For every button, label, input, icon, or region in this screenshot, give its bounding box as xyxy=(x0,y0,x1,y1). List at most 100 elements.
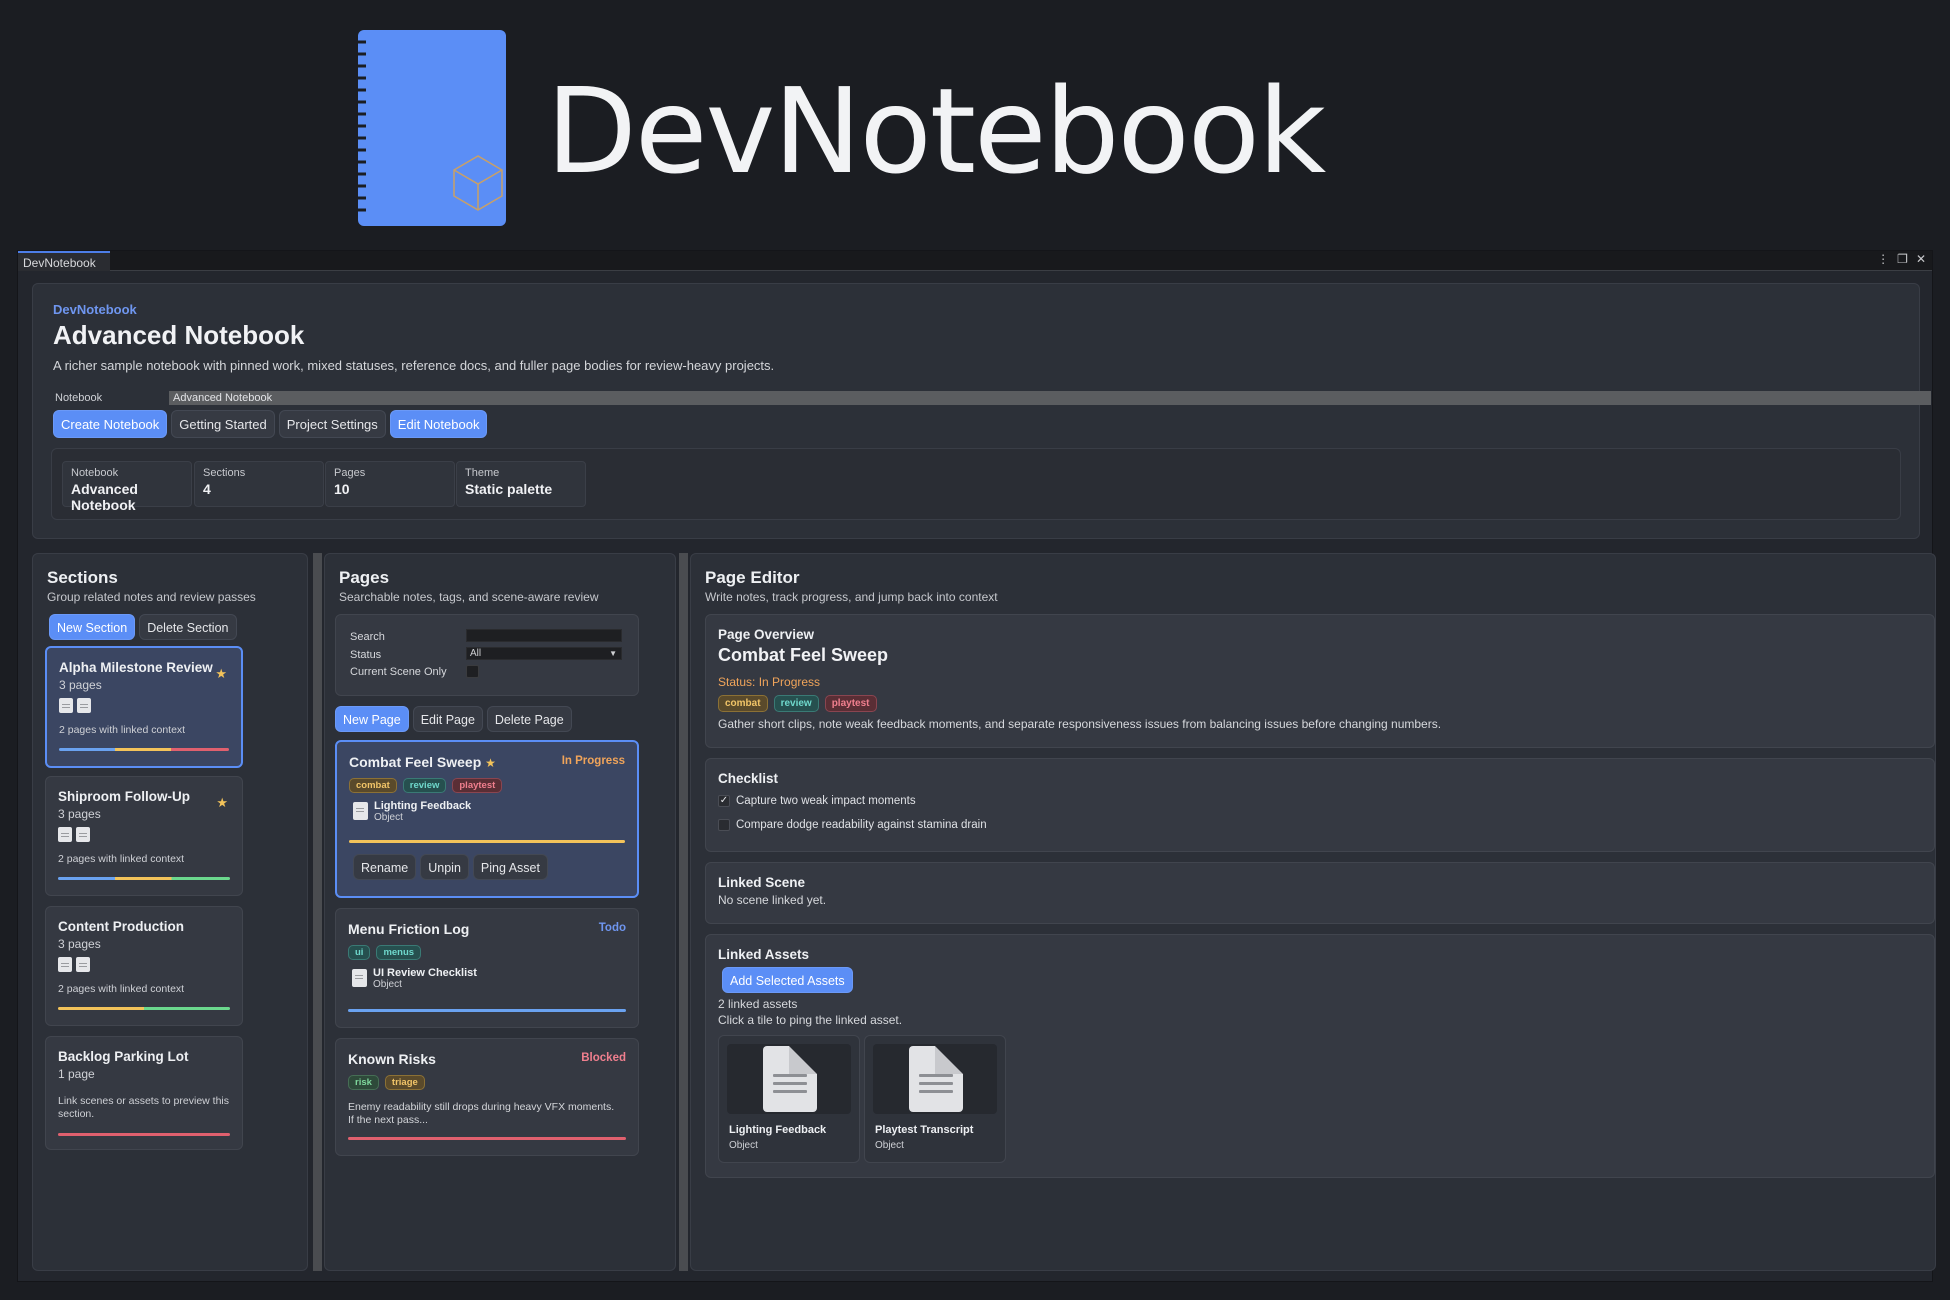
asset-name: UI Review Checklist xyxy=(373,967,477,979)
linked-assets-hint: Click a tile to ping the linked asset. xyxy=(718,1013,903,1027)
tag-ui: ui xyxy=(348,945,371,960)
overview-tags: combat review playtest xyxy=(718,695,877,712)
page-title: Known Risks xyxy=(348,1051,436,1067)
pinned-star-icon[interactable]: ★ xyxy=(215,666,227,682)
overview-status[interactable]: Status: In Progress xyxy=(718,675,820,689)
section-card-backlog-parking-lot[interactable]: Backlog Parking Lot 1 page Link scenes o… xyxy=(45,1036,243,1150)
editor-title: Page Editor xyxy=(705,568,800,587)
scene-only-label: Current Scene Only xyxy=(350,666,447,678)
page-progress-bar xyxy=(348,1137,626,1140)
page-filters: Search Status All ▼ Current Scene Only xyxy=(335,614,639,696)
section-context: 2 pages with linked context xyxy=(58,853,185,865)
rename-button[interactable]: Rename xyxy=(353,854,417,880)
stat-notebook: Notebook Advanced Notebook xyxy=(62,461,192,513)
section-title: Backlog Parking Lot xyxy=(58,1049,189,1064)
delete-page-button[interactable]: Delete Page xyxy=(486,706,572,732)
page-card-known-risks[interactable]: Known Risks Blocked risk triage Enemy re… xyxy=(335,1038,639,1156)
window-tab[interactable]: DevNotebook xyxy=(18,251,110,271)
checklist-item[interactable]: Compare dodge readability against stamin… xyxy=(718,819,987,831)
page-tags: ui menus xyxy=(348,945,422,960)
pinned-star-icon[interactable]: ★ xyxy=(216,795,228,811)
page-title: Advanced Notebook xyxy=(53,320,305,350)
section-progress-bar xyxy=(58,1133,230,1136)
overview-heading: Page Overview xyxy=(718,627,815,642)
checkbox-unchecked[interactable] xyxy=(718,819,730,831)
stat-label: Sections xyxy=(203,467,246,479)
maximize-icon[interactable]: ❐ xyxy=(1897,252,1908,266)
asset-name: Lighting Feedback xyxy=(729,1124,827,1136)
pages-splitter[interactable] xyxy=(679,553,688,1271)
checklist-item-label: Capture two weak impact moments xyxy=(736,795,916,807)
search-label: Search xyxy=(350,631,385,643)
search-input[interactable] xyxy=(466,629,622,642)
asset-type: Object xyxy=(729,1140,758,1151)
asset-type: Object xyxy=(373,979,402,990)
delete-section-button[interactable]: Delete Section xyxy=(139,614,237,640)
linked-scene-value: No scene linked yet. xyxy=(718,893,827,907)
notebook-field-label: Notebook xyxy=(55,392,103,404)
sections-title: Sections xyxy=(47,568,118,587)
asset-tile-playtest-transcript[interactable]: Playtest Transcript Object xyxy=(864,1035,1006,1163)
ping-asset-button[interactable]: Ping Asset xyxy=(472,854,548,880)
page-linked-asset[interactable]: UI Review Checklist Object xyxy=(352,967,477,990)
stat-sections: Sections 4 xyxy=(194,461,324,507)
checkbox-checked[interactable]: ✓ xyxy=(718,795,730,807)
brand-title: DevNotebook xyxy=(546,62,1326,200)
window-controls: ⋮ ❐ ✕ xyxy=(1877,252,1926,266)
tag-playtest: playtest xyxy=(824,695,877,712)
notebook-actions: Create Notebook Getting Started Project … xyxy=(53,410,488,438)
section-docs xyxy=(58,957,90,972)
tag-combat: combat xyxy=(718,695,768,712)
edit-notebook-button[interactable]: Edit Notebook xyxy=(389,410,488,438)
app-label: DevNotebook xyxy=(53,302,137,317)
notebook-description: A richer sample notebook with pinned wor… xyxy=(53,358,775,373)
close-icon[interactable]: ✕ xyxy=(1916,252,1926,266)
new-page-button[interactable]: New Page xyxy=(335,706,409,732)
section-card-alpha-milestone-review[interactable]: Alpha Milestone Review ★ 3 pages 2 pages… xyxy=(45,646,243,768)
notebook-selector[interactable]: Advanced Notebook xyxy=(169,391,1931,405)
sections-splitter[interactable] xyxy=(313,553,322,1271)
stat-value: Static palette xyxy=(465,481,553,497)
devnotebook-window: DevNotebook ⋮ ❐ ✕ DevNotebook Advanced N… xyxy=(17,250,1936,1282)
section-context: 2 pages with linked context xyxy=(59,724,186,736)
document-icon xyxy=(77,698,91,713)
page-card-menu-friction-log[interactable]: Menu Friction Log Todo ui menus UI Revie… xyxy=(335,908,639,1028)
tag-menus: menus xyxy=(376,945,422,960)
pinned-star-icon[interactable]: ★ xyxy=(485,756,496,770)
section-progress-bar xyxy=(58,877,230,880)
stat-label: Pages xyxy=(334,467,366,479)
status-dropdown[interactable]: All ▼ xyxy=(466,647,622,660)
stat-label: Notebook xyxy=(71,467,119,479)
asset-name: Playtest Transcript xyxy=(875,1124,974,1136)
edit-page-button[interactable]: Edit Page xyxy=(412,706,483,732)
overview-page-title[interactable]: Combat Feel Sweep xyxy=(718,645,888,666)
asset-tile-lighting-feedback[interactable]: Lighting Feedback Object xyxy=(718,1035,860,1163)
document-icon xyxy=(76,957,90,972)
page-linked-asset[interactable]: Lighting Feedback Object xyxy=(353,800,471,823)
asset-thumbnail xyxy=(727,1044,851,1114)
project-settings-button[interactable]: Project Settings xyxy=(278,410,386,438)
stat-theme: Theme Static palette xyxy=(456,461,586,507)
section-card-shiproom-follow-up[interactable]: Shiproom Follow-Up ★ 3 pages 2 pages wit… xyxy=(45,776,243,896)
add-selected-assets-button[interactable]: Add Selected Assets xyxy=(722,967,853,993)
overview-description[interactable]: Gather short clips, note weak feedback m… xyxy=(718,717,1441,731)
scene-only-checkbox[interactable] xyxy=(466,665,479,678)
tag-risk: risk xyxy=(348,1075,379,1090)
chevron-down-icon: ▼ xyxy=(609,649,617,658)
more-options-icon[interactable]: ⋮ xyxy=(1877,252,1889,266)
create-notebook-button[interactable]: Create Notebook xyxy=(53,410,168,438)
brand-banner: DevNotebook xyxy=(350,30,1350,226)
new-section-button[interactable]: New Section xyxy=(49,614,136,640)
section-page-count: 1 page xyxy=(58,1067,95,1081)
section-title: Shiproom Follow-Up xyxy=(58,789,190,804)
section-card-content-production[interactable]: Content Production 3 pages 2 pages with … xyxy=(45,906,243,1026)
checklist-item[interactable]: ✓ Capture two weak impact moments xyxy=(718,795,916,807)
page-actions: New Page Edit Page Delete Page xyxy=(335,706,572,732)
page-progress-bar xyxy=(348,1009,626,1012)
page-card-combat-feel-sweep[interactable]: Combat Feel Sweep ★ In Progress combat r… xyxy=(335,740,639,898)
notebook-stats: Notebook Advanced Notebook Sections 4 Pa… xyxy=(51,448,1901,520)
page-title-text: Combat Feel Sweep xyxy=(349,754,482,770)
getting-started-button[interactable]: Getting Started xyxy=(171,410,275,438)
unpin-button[interactable]: Unpin xyxy=(420,854,469,880)
asset-thumbnail xyxy=(873,1044,997,1114)
